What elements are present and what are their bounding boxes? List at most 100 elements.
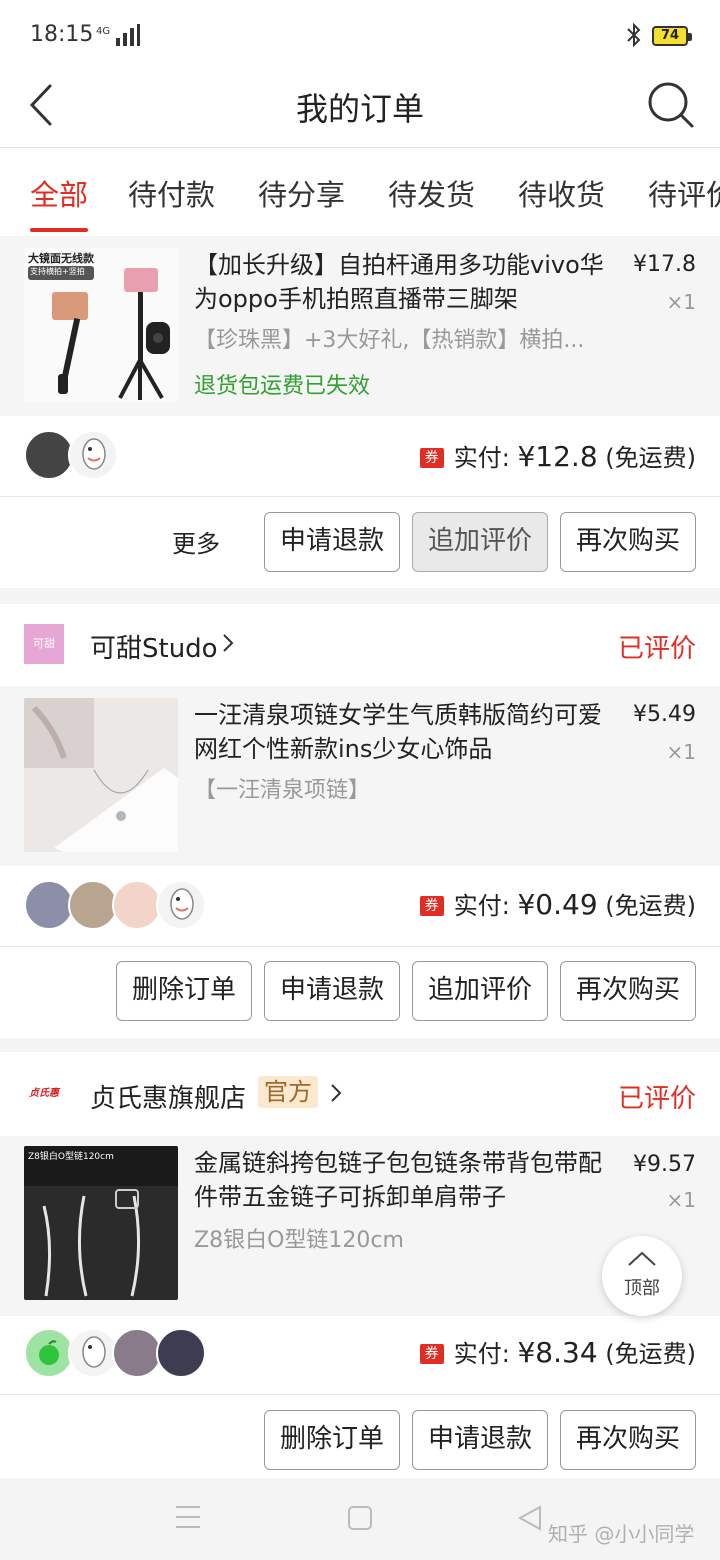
add-review-button[interactable]: 追加评价 xyxy=(412,512,548,572)
coupon-icon: 券 xyxy=(419,448,444,468)
chevron-up-icon xyxy=(628,1251,656,1266)
avatar xyxy=(112,880,162,930)
order-2-footer: 券实付: ¥0.49 (免运费) 删除订单 申请退款 追加评价 再次购买 xyxy=(0,866,720,1038)
paid-amount: ¥0.49 xyxy=(517,888,598,921)
shop-logo: 贞氏惠 xyxy=(29,1088,59,1099)
refund-button[interactable]: 申请退款 xyxy=(412,1410,548,1470)
shop-name[interactable]: 可甜Studo xyxy=(90,628,218,665)
status-bar: 18:15 4G 74 xyxy=(0,0,720,66)
chain-strap-image xyxy=(24,1146,178,1300)
header: 我的订单 xyxy=(0,66,720,148)
thumb-caption: Z8银白O型链120cm xyxy=(28,1152,114,1162)
necklace-image xyxy=(24,698,178,852)
product-spec: 【一汪清泉项链】 xyxy=(194,778,371,803)
tab-pending-payment[interactable]: 待付款 xyxy=(128,172,215,214)
tab-pending-receipt[interactable]: 待收货 xyxy=(518,172,605,214)
order-2-product[interactable]: 一汪清泉项链女学生气质韩版简约可爱网红个性新款ins少女心饰品 【一汪清泉项链】… xyxy=(0,686,720,866)
more-button[interactable]: 更多 xyxy=(172,524,220,559)
product-quantity: ×1 xyxy=(666,1188,696,1212)
svg-text:4G: 4G xyxy=(96,26,110,37)
order-3-footer: 券实付: ¥8.34 (免运费) 删除订单 申请退款 再次购买 xyxy=(0,1316,720,1480)
divider xyxy=(0,946,720,947)
rebuy-button[interactable]: 再次购买 xyxy=(560,1410,696,1470)
order-status: 已评价 xyxy=(617,1084,696,1114)
return-shipping-note: 退货包运费已失效 xyxy=(194,374,371,399)
order-1-product[interactable]: 大镜面无线款 支持横拍+竖拍 【加长升级】自拍杆通用多功能vivo华为oppo手… xyxy=(0,236,720,416)
delete-order-button[interactable]: 删除订单 xyxy=(264,1410,400,1470)
order-3-shop-header[interactable]: 贞氏惠 贞氏惠旗舰店 官方 已评价 xyxy=(0,1052,720,1136)
back-to-top-label: 顶部 xyxy=(624,1278,660,1299)
refund-button[interactable]: 申请退款 xyxy=(264,512,400,572)
shipping-note: (免运费) xyxy=(597,892,696,920)
battery-icon: 74 xyxy=(652,26,692,46)
coupon-icon: 券 xyxy=(419,1344,444,1364)
avatar xyxy=(156,880,206,930)
shop-logo: 可甜 xyxy=(24,624,64,664)
product-quantity: ×1 xyxy=(666,290,696,314)
paid-label: 实付: xyxy=(453,444,518,472)
add-review-button[interactable]: 追加评价 xyxy=(412,961,548,1021)
watermark: 知乎 @小小同学 xyxy=(548,1522,695,1546)
product-price: ¥5.49 xyxy=(633,702,696,727)
paid-label: 实付: xyxy=(453,892,518,920)
product-thumbnail[interactable] xyxy=(24,698,178,852)
order-1-footer: 券实付: ¥12.8 (免运费) 更多 申请退款 追加评价 再次购买 xyxy=(0,416,720,588)
chevron-right-icon xyxy=(223,634,234,652)
back-to-top-button[interactable]: 顶部 xyxy=(602,1236,682,1316)
order-tabs: 全部 待付款 待分享 待发货 待收货 待评价 xyxy=(0,148,720,236)
avatar xyxy=(68,1328,118,1378)
avatar xyxy=(156,1328,206,1378)
order-status: 已评价 xyxy=(617,634,696,664)
shipping-note: (免运费) xyxy=(597,1340,696,1368)
tab-pending-review[interactable]: 待评价 xyxy=(648,172,720,214)
active-tab-indicator xyxy=(30,228,88,232)
rebuy-button[interactable]: 再次购买 xyxy=(560,512,696,572)
coupon-icon: 券 xyxy=(419,896,444,916)
shipping-note: (免运费) xyxy=(597,444,696,472)
search-icon[interactable] xyxy=(644,78,696,130)
product-price: ¥9.57 xyxy=(633,1152,696,1177)
product-thumbnail[interactable]: 大镜面无线款 支持横拍+竖拍 xyxy=(24,248,178,402)
thumb-badge: 支持横拍+竖拍 xyxy=(30,267,85,276)
product-title[interactable]: 金属链斜挎包链子包包链条带背包带配件带五金链子可拆卸单肩带子 xyxy=(194,1146,614,1214)
avatar xyxy=(112,1328,162,1378)
payment-summary: 券实付: ¥0.49 (免运费) xyxy=(419,886,696,926)
product-thumbnail[interactable]: Z8银白O型链120cm xyxy=(24,1146,178,1300)
paid-amount: ¥12.8 xyxy=(517,440,598,473)
shop-name[interactable]: 贞氏惠旗舰店 xyxy=(90,1078,246,1115)
back-nav-icon[interactable] xyxy=(516,1504,544,1532)
avatar xyxy=(24,430,74,480)
page-title: 我的订单 xyxy=(295,90,424,128)
tab-all[interactable]: 全部 xyxy=(30,172,88,214)
avatar xyxy=(68,880,118,930)
divider xyxy=(0,1394,720,1395)
delete-order-button[interactable]: 删除订单 xyxy=(116,961,252,1021)
product-quantity: ×1 xyxy=(666,740,696,764)
product-spec: 【珍珠黑】+3大好礼,【热销款】横拍... xyxy=(194,328,585,353)
bluetooth-icon xyxy=(627,22,641,48)
product-title[interactable]: 【加长升级】自拍杆通用多功能vivo华为oppo手机拍照直播带三脚架 xyxy=(194,248,614,316)
product-price: ¥17.8 xyxy=(633,252,696,277)
menu-icon[interactable] xyxy=(174,1504,202,1530)
avatar xyxy=(24,880,74,930)
thumb-caption: 大镜面无线款 xyxy=(28,252,94,265)
tab-pending-shipment[interactable]: 待发货 xyxy=(388,172,475,214)
avatar xyxy=(68,430,118,480)
home-icon[interactable] xyxy=(346,1504,374,1532)
status-time: 18:15 xyxy=(30,22,94,47)
payment-summary: 券实付: ¥12.8 (免运费) xyxy=(419,438,696,478)
product-title[interactable]: 一汪清泉项链女学生气质韩版简约可爱网红个性新款ins少女心饰品 xyxy=(194,698,614,766)
divider xyxy=(0,496,720,497)
tab-pending-share[interactable]: 待分享 xyxy=(258,172,345,214)
chevron-right-icon xyxy=(331,1084,342,1102)
refund-button[interactable]: 申请退款 xyxy=(264,961,400,1021)
order-2-shop-header[interactable]: 可甜 可甜Studo 已评价 xyxy=(0,604,720,686)
product-spec: Z8银白O型链120cm xyxy=(194,1228,404,1253)
paid-amount: ¥8.34 xyxy=(517,1336,598,1369)
paid-label: 实付: xyxy=(453,1340,518,1368)
rebuy-button[interactable]: 再次购买 xyxy=(560,961,696,1021)
payment-summary: 券实付: ¥8.34 (免运费) xyxy=(419,1334,696,1374)
avatar xyxy=(24,1328,74,1378)
signal-icon: 4G xyxy=(96,24,140,46)
official-badge: 官方 xyxy=(258,1076,318,1108)
